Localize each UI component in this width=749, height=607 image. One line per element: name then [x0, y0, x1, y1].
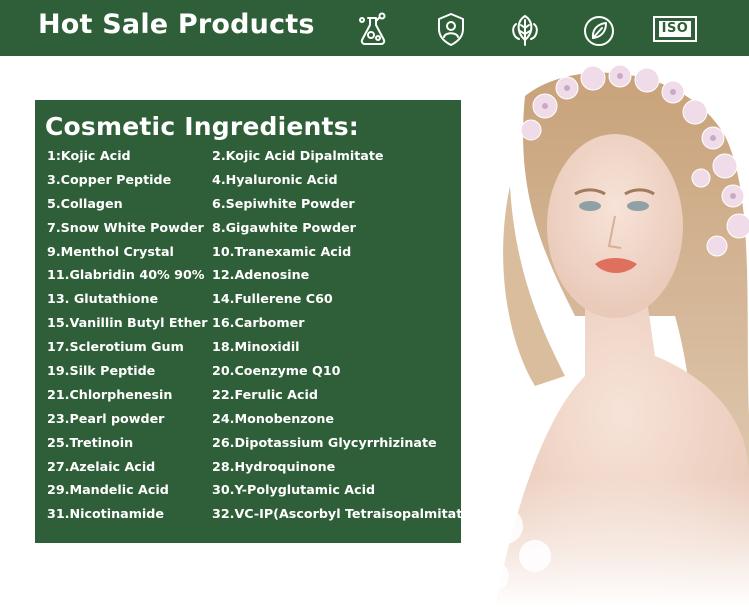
- leaf-icon: [506, 10, 544, 48]
- ingredient-item: 22.Ferulic Acid: [212, 386, 318, 402]
- ingredient-item: 19.Silk Peptide: [47, 363, 156, 379]
- ingredient-row: 19.Silk Peptide 20.Coenzyme Q10: [47, 361, 459, 385]
- ingredient-row: 3.Copper Peptide 4.Hyaluronic Acid: [47, 170, 459, 194]
- ingredient-row: 23.Pearl powder 24.Monobenzone: [47, 409, 459, 433]
- ingredient-item: 29.Mandelic Acid: [47, 482, 169, 498]
- model-photo: [455, 56, 749, 607]
- ingredient-item: 6.Sepiwhite Powder: [212, 195, 355, 211]
- ingredient-row: 21.Chlorphenesin 22.Ferulic Acid: [47, 385, 459, 409]
- ingredient-row: 17.Sclerotium Gum 18.Minoxidil: [47, 337, 459, 361]
- ingredient-row: 15.Vanillin Butyl Ether 16.Carbomer: [47, 313, 459, 337]
- ingredient-item: 4.Hyaluronic Acid: [212, 171, 338, 187]
- ingredients-panel: Cosmetic Ingredients: 1:Kojic Acid 2.Koji…: [35, 100, 477, 543]
- ingredient-row: 1:Kojic Acid 2.Kojic Acid Dipalmitate: [47, 146, 459, 170]
- ingredient-row: 7.Snow White Powder 8.Gigawhite Powder: [47, 218, 459, 242]
- iso-badge: ISO: [653, 16, 697, 42]
- ingredient-item: 7.Snow White Powder: [47, 219, 204, 235]
- ingredient-item: 30.Y-Polyglutamic Acid: [212, 482, 376, 498]
- ingredient-row: 31.Nicotinamide 32.VC-IP(Ascorbyl Tetrais…: [47, 504, 477, 528]
- shield-person-icon: [432, 10, 470, 48]
- ingredient-item: 14.Fullerene C60: [212, 291, 333, 307]
- ingredient-item: 2.Kojic Acid Dipalmitate: [212, 148, 384, 163]
- ingredient-item: 28.Hydroquinone: [212, 458, 336, 474]
- ingredient-row: 5.Collagen 6.Sepiwhite Powder: [47, 194, 459, 218]
- ingredient-row: 13. Glutathione 14.Fullerene C60: [47, 289, 459, 313]
- ingredient-item: 10.Tranexamic Acid: [212, 243, 352, 259]
- ingredient-item: 21.Chlorphenesin: [47, 386, 173, 402]
- page-title: Hot Sale Products: [38, 9, 315, 40]
- lab-flask-icon: [354, 10, 392, 48]
- ingredient-row: 29.Mandelic Acid 30.Y-Polyglutamic Acid: [47, 480, 459, 504]
- ingredient-item: 25.Tretinoin: [47, 434, 134, 450]
- ingredient-item: 20.Coenzyme Q10: [212, 363, 341, 379]
- ingredient-item: 23.Pearl powder: [47, 410, 165, 426]
- ingredient-item: 5.Collagen: [47, 195, 123, 211]
- header-bar: Hot Sale Products ISO: [0, 0, 749, 56]
- ingredient-item: 24.Monobenzone: [212, 410, 335, 426]
- ingredient-item: 32.VC-IP(Ascorbyl Tetraisopalmitate): [212, 506, 477, 522]
- organic-leaf-icon: [580, 10, 618, 48]
- ingredient-item: 8.Gigawhite Powder: [212, 219, 356, 235]
- ingredient-item: 3.Copper Peptide: [47, 171, 172, 187]
- ingredient-item: 12.Adenosine: [212, 267, 310, 283]
- ingredient-item: 15.Vanillin Butyl Ether: [47, 315, 208, 331]
- ingredient-item: 13. Glutathione: [47, 291, 159, 307]
- ingredient-list: 1:Kojic Acid 2.Kojic Acid Dipalmitate 3.C…: [47, 146, 477, 528]
- ingredient-item: 1:Kojic Acid: [47, 148, 131, 163]
- ingredient-row: 11.Glabridin 40% 90% 12.Adenosine: [47, 265, 459, 289]
- ingredient-item: 16.Carbomer: [212, 315, 305, 331]
- ingredient-item: 18.Minoxidil: [212, 339, 300, 355]
- iso-label: ISO: [659, 21, 691, 37]
- ingredient-row: 27.Azelaic Acid 28.Hydroquinone: [47, 457, 459, 481]
- ingredient-item: 17.Sclerotium Gum: [47, 339, 184, 355]
- ingredient-item: 27.Azelaic Acid: [47, 458, 156, 474]
- panel-title: Cosmetic Ingredients:: [45, 112, 359, 141]
- ingredient-row: 25.Tretinoin 26.Dipotassium Glycyrrhizina…: [47, 433, 459, 457]
- ingredient-row: 9.Menthol Crystal 10.Tranexamic Acid: [47, 242, 459, 266]
- ingredient-item: 31.Nicotinamide: [47, 506, 164, 522]
- ingredient-item: 11.Glabridin 40% 90%: [47, 267, 205, 283]
- ingredient-item: 9.Menthol Crystal: [47, 243, 174, 259]
- ingredient-item: 26.Dipotassium Glycyrrhizinate: [212, 434, 437, 450]
